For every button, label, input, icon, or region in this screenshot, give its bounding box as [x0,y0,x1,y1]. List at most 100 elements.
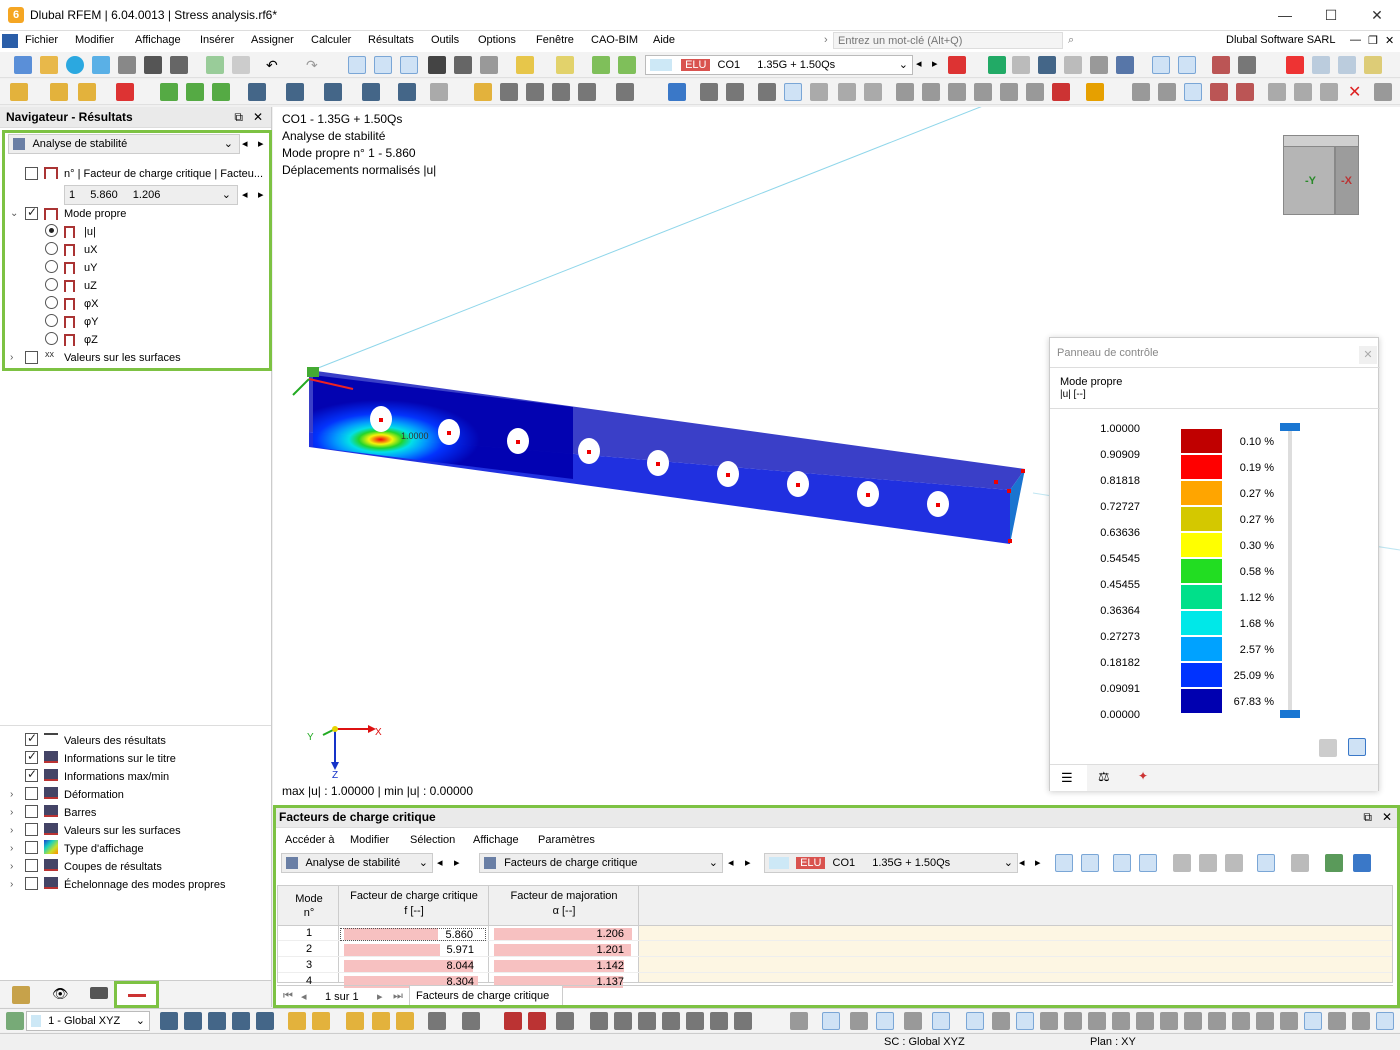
mode-propre-checkbox[interactable] [25,205,38,220]
radio-phix[interactable] [45,296,58,309]
menu-outils[interactable]: Outils [431,34,459,46]
prev-load-icon[interactable] [592,56,610,74]
expand-chevron-icon[interactable]: › [10,789,13,800]
grid-toggle-icon[interactable] [1304,1012,1322,1030]
next-combo-arrow[interactable]: ▸ [932,57,938,70]
view-cube[interactable]: -Y -X [1283,135,1365,217]
search-options-icon[interactable]: ⌕ [1068,34,1074,47]
draw-spline-icon[interactable] [614,1012,632,1030]
display-type-checkbox[interactable] [25,841,38,854]
print-icon[interactable] [170,56,188,74]
menu-aide[interactable]: Aide [653,34,675,46]
table-analysis-select[interactable]: Analyse de stabilité ⌄ [281,853,433,873]
draw-polyline-icon[interactable] [462,1012,480,1030]
snap-object-icon[interactable] [1158,83,1176,101]
coord-system-icon[interactable] [6,1012,24,1030]
menu-cao-bim[interactable]: CAO-BIM [591,34,638,46]
view-toolbar-3-icon[interactable] [208,1012,226,1030]
visibility-toggle-icon[interactable] [1352,1012,1370,1030]
print-preview-icon[interactable] [118,56,136,74]
align-icon[interactable] [896,83,914,101]
snap-toggle-1-icon[interactable] [822,1012,840,1030]
menu-affichage[interactable]: Affichage [135,34,181,46]
navigator-close-icon[interactable]: ✕ [253,107,263,128]
legend-slider-top-handle[interactable] [1280,423,1300,431]
next-mode-arrow[interactable]: ▸ [258,188,264,201]
osnap-9-icon[interactable] [1160,1012,1178,1030]
tab-display-eye-icon[interactable]: 👁 [52,986,69,1002]
view-toolbar-5-icon[interactable] [256,1012,274,1030]
radio-phiy[interactable] [45,314,58,327]
front-view-icon[interactable] [1338,56,1356,74]
table-row[interactable]: 3 8.044 1.142 [278,959,1392,973]
table-filter-icon[interactable] [1353,854,1371,872]
snap-toggle-5-icon[interactable] [932,1012,950,1030]
surface-icon[interactable] [248,83,266,101]
osnap-10-icon[interactable] [1184,1012,1202,1030]
expand-chevron-icon[interactable]: › [10,352,13,363]
table-grid-icon[interactable] [1291,854,1309,872]
export-excel-icon[interactable] [1325,854,1343,872]
draw-circle-icon[interactable] [590,1012,608,1030]
view-mode-1-icon[interactable] [348,56,366,74]
grid-icon[interactable] [500,83,518,101]
title-info-checkbox[interactable] [25,749,38,764]
snap-toggle-4-icon[interactable] [904,1012,922,1030]
osnap-4-icon[interactable] [1040,1012,1058,1030]
console-icon[interactable] [428,56,446,74]
save-icon[interactable] [144,56,162,74]
next-load-icon[interactable] [618,56,636,74]
guide-object-icon[interactable] [398,83,416,101]
clipping-icon[interactable] [726,83,744,101]
control-panel-close-icon[interactable]: ✕ [1359,346,1377,364]
display-options-icon[interactable] [1116,56,1134,74]
view-toolbar-8-icon[interactable] [346,1012,364,1030]
result-values-icon[interactable] [1012,56,1030,74]
document-icon[interactable] [232,56,250,74]
minimize-button[interactable]: — [1262,0,1308,31]
factors-icon[interactable]: ✦ [1138,769,1148,783]
pin-icon[interactable]: ⧉ [234,107,243,128]
delete-results-icon[interactable] [1286,56,1304,74]
workplane-icon[interactable] [578,83,596,101]
draw-arc-icon[interactable] [528,1012,546,1030]
view-toolbar-6-icon[interactable] [288,1012,306,1030]
table-type-select[interactable]: Facteurs de charge critique ⌄ [479,853,723,873]
result-values-checkbox[interactable] [25,731,38,746]
prev-table-arrow[interactable]: ◂ [728,856,734,869]
surface-values-2-checkbox[interactable] [25,823,38,836]
members-checkbox[interactable] [25,805,38,818]
table-icon[interactable] [480,56,498,74]
load-combination-select[interactable]: ELU CO1 1.35G + 1.50Qs ⌄ [645,55,913,75]
legend-adjust-icon[interactable] [1348,738,1366,756]
draw-member-icon[interactable] [504,1012,522,1030]
cloud-icon[interactable] [66,56,84,74]
filter-view-icon[interactable] [668,83,686,101]
osnap-1-icon[interactable] [966,1012,984,1030]
transparency-icon[interactable] [838,83,856,101]
table-bars-icon[interactable] [1257,854,1275,872]
doc-minimize-button[interactable]: — [1350,34,1361,46]
maximize-button[interactable]: ☐ [1308,0,1354,31]
osnap-7-icon[interactable] [1112,1012,1130,1030]
table-menu-selection[interactable]: Sélection [410,834,455,846]
rotate-icon[interactable] [974,83,992,101]
snap-active-icon[interactable] [1184,83,1202,101]
menu-fichier[interactable]: Fichier [25,34,58,46]
snap-member-icon[interactable] [1236,83,1254,101]
open-file-icon[interactable] [40,56,58,74]
snap-grid-icon[interactable] [1132,83,1150,101]
calculate-icon[interactable] [516,56,534,74]
table-menu-modifier[interactable]: Modifier [350,834,389,846]
radio-uz[interactable] [45,278,58,291]
view-toolbar-2-icon[interactable] [184,1012,202,1030]
distribute-icon[interactable] [922,83,940,101]
scale-object-icon[interactable] [1000,83,1018,101]
expand-chevron-icon[interactable]: › [10,843,13,854]
render-surface-icon[interactable] [784,83,802,101]
view-toolbar-1-icon[interactable] [160,1012,178,1030]
osnap-3-icon[interactable] [1016,1012,1034,1030]
prev-combo-arrow[interactable]: ◂ [1019,856,1025,869]
select-line-icon[interactable] [50,83,68,101]
osnap-12-icon[interactable] [1232,1012,1250,1030]
